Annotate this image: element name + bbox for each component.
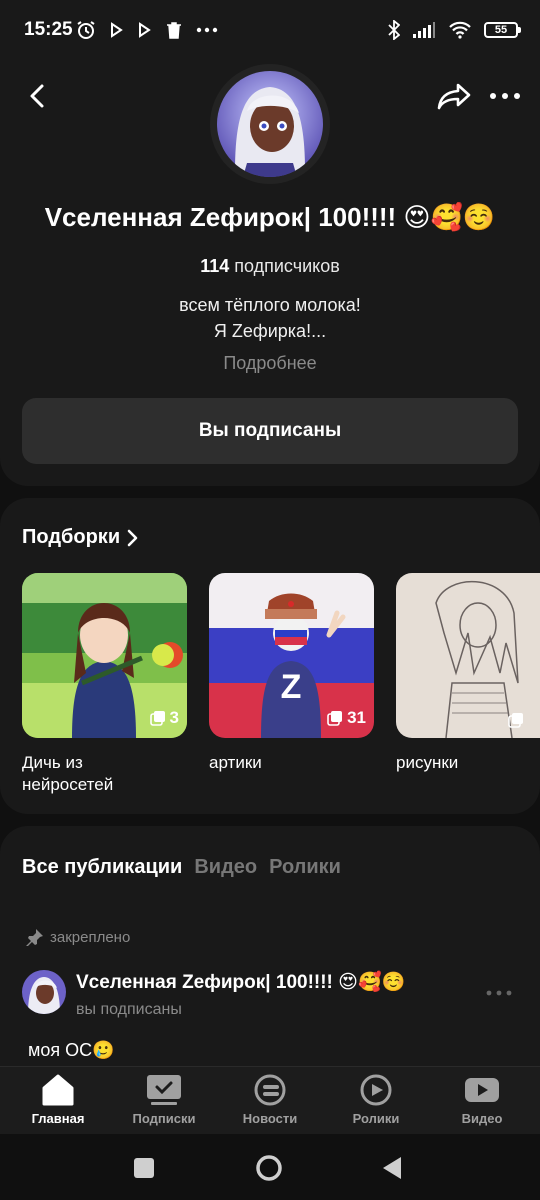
bluetooth-icon — [388, 20, 400, 40]
collection-label: артики — [209, 753, 262, 772]
collection-item[interactable]: 3 Дичь из нейросетей — [22, 573, 187, 796]
publications-section: Все публикации Видео Ролики закреплено V… — [0, 826, 540, 1086]
post-more-icon[interactable] — [486, 986, 512, 1000]
gallery-icon — [508, 713, 523, 728]
post-author-avatar[interactable] — [22, 970, 66, 1014]
pinned-label: закреплено — [26, 928, 130, 946]
collections-title: Подборки — [22, 526, 121, 548]
share-icon[interactable] — [436, 80, 472, 112]
tab-shorts[interactable]: Ролики — [269, 856, 341, 879]
battery-icon: 55 — [484, 22, 521, 38]
nav-item-news[interactable]: Новости — [220, 1073, 320, 1126]
trash-icon — [167, 22, 181, 39]
triangle-back-icon[interactable] — [381, 1155, 403, 1181]
news-icon — [254, 1074, 286, 1106]
svg-text:Z: Z — [281, 668, 302, 706]
more-icon — [196, 27, 218, 33]
collection-label: Дичь из нейросетей — [22, 753, 114, 794]
collection-item[interactable]: рисунки — [396, 573, 540, 774]
play-icon — [111, 22, 123, 38]
nav-item-home[interactable]: Главная — [8, 1073, 108, 1126]
signal-icon — [413, 22, 435, 38]
shorts-icon — [360, 1074, 392, 1106]
more-dots-icon[interactable] — [488, 80, 522, 112]
collection-thumbnail: Z 31 — [209, 573, 374, 738]
channel-header: Vселенная Zефирок| 100!!!! 😍🥰☺️ 114 подп… — [0, 0, 540, 486]
status-time: 15:25 — [24, 19, 73, 40]
collection-item[interactable]: Z 31 артики — [209, 573, 374, 774]
collection-label: рисунки — [396, 753, 459, 772]
channel-title: Vселенная Zефирок| 100!!!! 😍🥰☺️ — [44, 202, 496, 232]
alarm-icon — [77, 21, 95, 39]
more-link[interactable]: Подробнее — [0, 353, 540, 374]
tab-video[interactable]: Видео — [194, 856, 257, 879]
avatar-image — [217, 71, 323, 177]
subscriptions-icon — [147, 1075, 181, 1105]
bottom-navigation: Главная Подписки Новости Ролики Видео — [0, 1066, 540, 1134]
collection-thumbnail: 3 — [22, 573, 187, 738]
home-icon — [42, 1074, 74, 1106]
channel-description: всем тёплого молока! Я Zефирка!... — [179, 295, 361, 341]
post-text: моя ОС🥲 — [28, 1040, 115, 1060]
nav-item-video[interactable]: Видео — [432, 1073, 532, 1126]
status-bar: 15:25 55 — [0, 0, 540, 60]
subscribed-button[interactable]: Вы подписаны — [22, 398, 518, 464]
gallery-icon — [327, 711, 343, 726]
tab-all-publications[interactable]: Все публикации — [22, 856, 182, 879]
pin-icon — [26, 929, 43, 946]
wifi-icon — [449, 21, 471, 39]
publication-tabs: Все публикации Видео Ролики — [22, 856, 341, 879]
square-icon[interactable] — [133, 1157, 155, 1179]
post-author-status: вы подписаны — [76, 1001, 182, 1018]
back-arrow-icon[interactable] — [22, 80, 54, 112]
subscribers-count: 114 подписчиков — [200, 256, 340, 276]
collections-section: Подборки 3 Дичь из нейросетей Z 31 артик… — [0, 498, 540, 814]
nav-item-subscriptions[interactable]: Подписки — [114, 1073, 214, 1126]
post-author-name[interactable]: Vселенная Zефирок| 100!!!! 😍🥰☺️ — [76, 970, 405, 994]
system-navigation — [0, 1134, 540, 1200]
circle-icon[interactable] — [255, 1154, 283, 1182]
collection-thumbnail — [396, 573, 540, 738]
channel-avatar[interactable] — [210, 64, 330, 184]
collections-header[interactable]: Подборки — [22, 526, 140, 549]
gallery-icon — [149, 711, 165, 726]
play-icon — [139, 22, 151, 38]
chevron-right-icon — [127, 529, 138, 546]
nav-item-shorts[interactable]: Ролики — [326, 1073, 426, 1126]
video-icon — [465, 1078, 499, 1102]
